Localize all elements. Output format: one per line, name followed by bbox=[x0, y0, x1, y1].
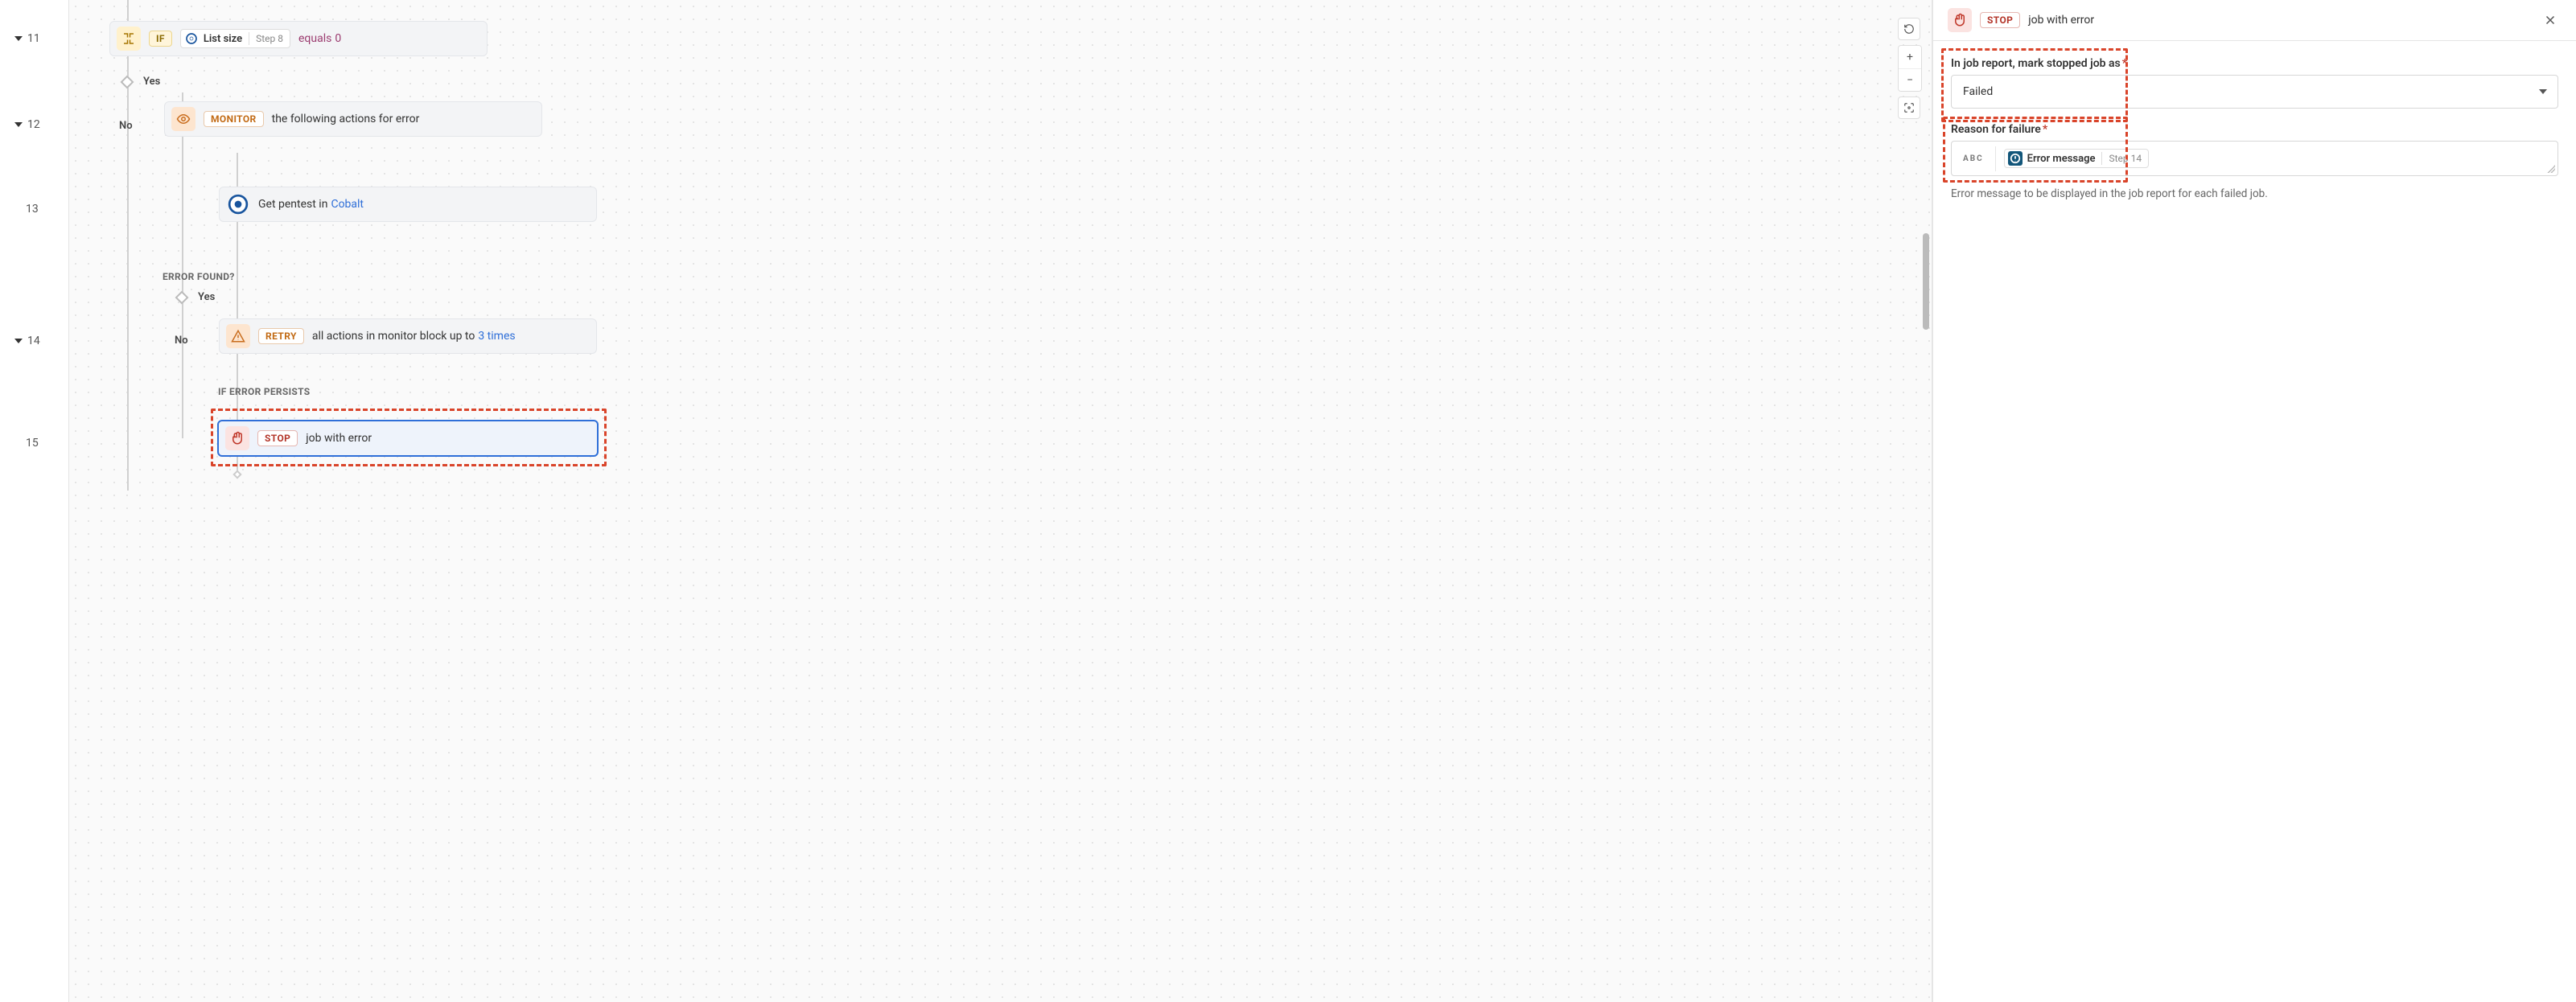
step-text: Get pentest in Cobalt bbox=[258, 198, 364, 211]
step-text: all actions in monitor block up to 3 tim… bbox=[312, 330, 516, 343]
branch-yes: Yes bbox=[143, 76, 160, 88]
close-panel-button[interactable] bbox=[2539, 9, 2562, 31]
resize-handle[interactable] bbox=[2547, 165, 2555, 173]
list-size-pill[interactable]: List size Step 8 bbox=[180, 29, 290, 48]
error-message-pill[interactable]: Error message Step 14 bbox=[2004, 149, 2149, 168]
line-number-gutter: 11 12 13 14 15 bbox=[0, 0, 69, 1002]
fit-view-button[interactable] bbox=[1898, 97, 1920, 119]
caret-down-icon bbox=[14, 36, 23, 41]
line-number-label: 14 bbox=[27, 335, 40, 347]
help-text: Error message to be displayed in the job… bbox=[1951, 187, 2558, 200]
if-badge: IF bbox=[149, 31, 172, 47]
cog-icon bbox=[226, 192, 250, 216]
line-number-12[interactable]: 12 bbox=[0, 118, 68, 131]
panel-body: In job report, mark stopped job as* Fail… bbox=[1933, 41, 2576, 216]
warning-icon bbox=[226, 324, 250, 348]
monitor-badge: MONITOR bbox=[204, 111, 264, 127]
reason-content[interactable]: Error message Step 14 bbox=[1996, 144, 2557, 173]
field-reason-for-failure: Reason for failure* ABC Error message St… bbox=[1951, 123, 2558, 176]
mark-job-select[interactable]: Failed bbox=[1951, 75, 2558, 109]
condition-operator: equals bbox=[298, 32, 331, 45]
branch-no: No bbox=[119, 120, 133, 132]
retry-badge: RETRY bbox=[258, 328, 304, 344]
pill-label: Error message bbox=[2027, 153, 2096, 165]
error-icon bbox=[2008, 151, 2023, 166]
stop-badge: STOP bbox=[257, 430, 298, 446]
canvas-controls: + − bbox=[1898, 18, 1922, 119]
condition-value: 0 bbox=[335, 32, 341, 45]
reset-view-button[interactable] bbox=[1898, 18, 1920, 40]
field-label: In job report, mark stopped job as* bbox=[1951, 57, 2558, 70]
pill-step-ref: Step 8 bbox=[256, 33, 283, 44]
properties-panel: STOP job with error In job report, mark … bbox=[1932, 0, 2576, 1002]
panel-title: job with error bbox=[2028, 14, 2094, 27]
pill-step-ref: Step 14 bbox=[2109, 153, 2142, 164]
line-number-label: 12 bbox=[27, 118, 40, 131]
connector bbox=[182, 92, 183, 438]
section-if-error-persists: IF ERROR PERSISTS bbox=[218, 386, 310, 397]
step-12-monitor[interactable]: MONITOR the following actions for error bbox=[164, 101, 542, 137]
pill-label: List size bbox=[204, 33, 242, 45]
reason-input[interactable]: ABC Error message Step 14 bbox=[1951, 141, 2558, 176]
step-14-retry[interactable]: RETRY all actions in monitor block up to… bbox=[219, 318, 597, 354]
branch-icon bbox=[117, 27, 141, 51]
caret-down-icon bbox=[14, 339, 23, 343]
step-13-action[interactable]: Get pentest in Cobalt bbox=[219, 187, 597, 222]
line-number-label: 13 bbox=[26, 203, 39, 216]
branch-diamond bbox=[175, 291, 189, 305]
branch-diamond bbox=[121, 76, 134, 89]
zoom-in-button[interactable]: + bbox=[1899, 46, 1921, 68]
step-15-stop[interactable]: STOP job with error bbox=[217, 420, 599, 457]
field-label: Reason for failure* bbox=[1951, 123, 2558, 136]
step-text: job with error bbox=[306, 432, 372, 445]
section-error-found: ERROR FOUND? bbox=[163, 271, 235, 282]
vertical-scrollbar[interactable] bbox=[1922, 0, 1930, 1002]
panel-header: STOP job with error bbox=[1933, 0, 2576, 41]
branch-no: No bbox=[175, 335, 188, 347]
line-number-15[interactable]: 15 bbox=[0, 437, 68, 450]
line-number-14[interactable]: 14 bbox=[0, 335, 68, 347]
line-number-label: 15 bbox=[26, 437, 39, 450]
cog-icon bbox=[184, 31, 199, 46]
input-type-badge: ABC bbox=[1952, 146, 1996, 171]
flow-canvas-wrap: 11 12 13 14 15 Yes No Yes No ER bbox=[0, 0, 1932, 1002]
line-number-label: 11 bbox=[27, 32, 40, 45]
step-text: the following actions for error bbox=[272, 113, 420, 125]
select-wrap: Failed bbox=[1951, 75, 2558, 109]
stop-hand-icon bbox=[1948, 8, 1972, 32]
stop-badge: STOP bbox=[1980, 12, 2020, 28]
eye-icon bbox=[171, 107, 195, 131]
flow-canvas[interactable]: Yes No Yes No ERROR FOUND? IF ERROR PERS… bbox=[69, 0, 1932, 1002]
add-step-diamond[interactable] bbox=[232, 470, 241, 478]
select-value: Failed bbox=[1963, 85, 1993, 98]
field-mark-job-as: In job report, mark stopped job as* Fail… bbox=[1951, 57, 2558, 109]
line-number-11[interactable]: 11 bbox=[0, 32, 68, 45]
zoom-out-button[interactable]: − bbox=[1899, 68, 1921, 91]
caret-down-icon bbox=[14, 122, 23, 127]
stop-hand-icon bbox=[225, 426, 249, 450]
step-11-if[interactable]: IF List size Step 8 equals 0 bbox=[109, 21, 488, 56]
scrollbar-thumb[interactable] bbox=[1923, 233, 1929, 330]
branch-yes: Yes bbox=[198, 291, 215, 303]
line-number-13[interactable]: 13 bbox=[0, 203, 68, 216]
